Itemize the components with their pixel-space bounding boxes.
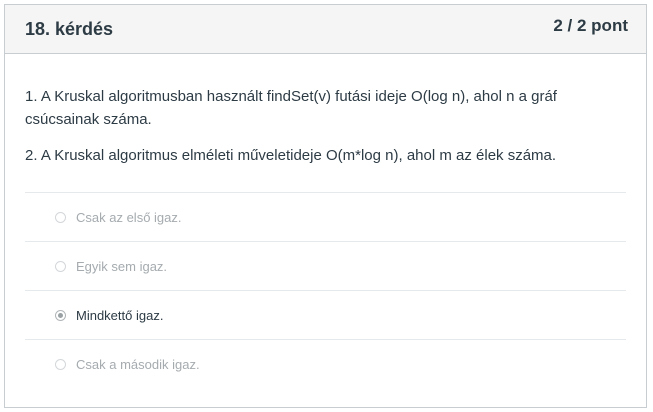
question-points: 2 / 2 pont — [553, 16, 628, 35]
answer-option-2[interactable]: Egyik sem igaz. — [25, 241, 626, 290]
statement-2: 2. A Kruskal algoritmus elméleti művelet… — [25, 147, 557, 164]
radio-button-1[interactable] — [55, 211, 66, 223]
answer-option-4[interactable]: Csak a második igaz. — [25, 339, 626, 388]
radio-button-2[interactable] — [55, 260, 66, 272]
answer-label-2: Egyik sem igaz. — [76, 258, 168, 274]
answer-label-3: Mindkettő igaz. — [76, 307, 164, 323]
answer-list: Csak az első igaz. Egyik sem igaz. Mindk… — [25, 192, 626, 388]
answer-option-3[interactable]: Mindkettő igaz. — [25, 290, 626, 339]
radio-button-3[interactable] — [55, 309, 66, 321]
question-body: 1. A Kruskal algoritmusban használt find… — [5, 54, 646, 388]
answer-label-1: Csak az első igaz. — [76, 209, 182, 225]
question-header: 18. kérdés 2 / 2 pont — [5, 5, 646, 54]
radio-button-4[interactable] — [55, 358, 66, 370]
question-card: 18. kérdés 2 / 2 pont 1. A Kruskal algor… — [4, 4, 647, 408]
answer-label-4: Csak a második igaz. — [76, 356, 200, 372]
statement-1: 1. A Kruskal algoritmusban használt find… — [25, 88, 557, 128]
answer-option-1[interactable]: Csak az első igaz. — [25, 192, 626, 241]
question-title: 18. kérdés — [25, 18, 114, 39]
